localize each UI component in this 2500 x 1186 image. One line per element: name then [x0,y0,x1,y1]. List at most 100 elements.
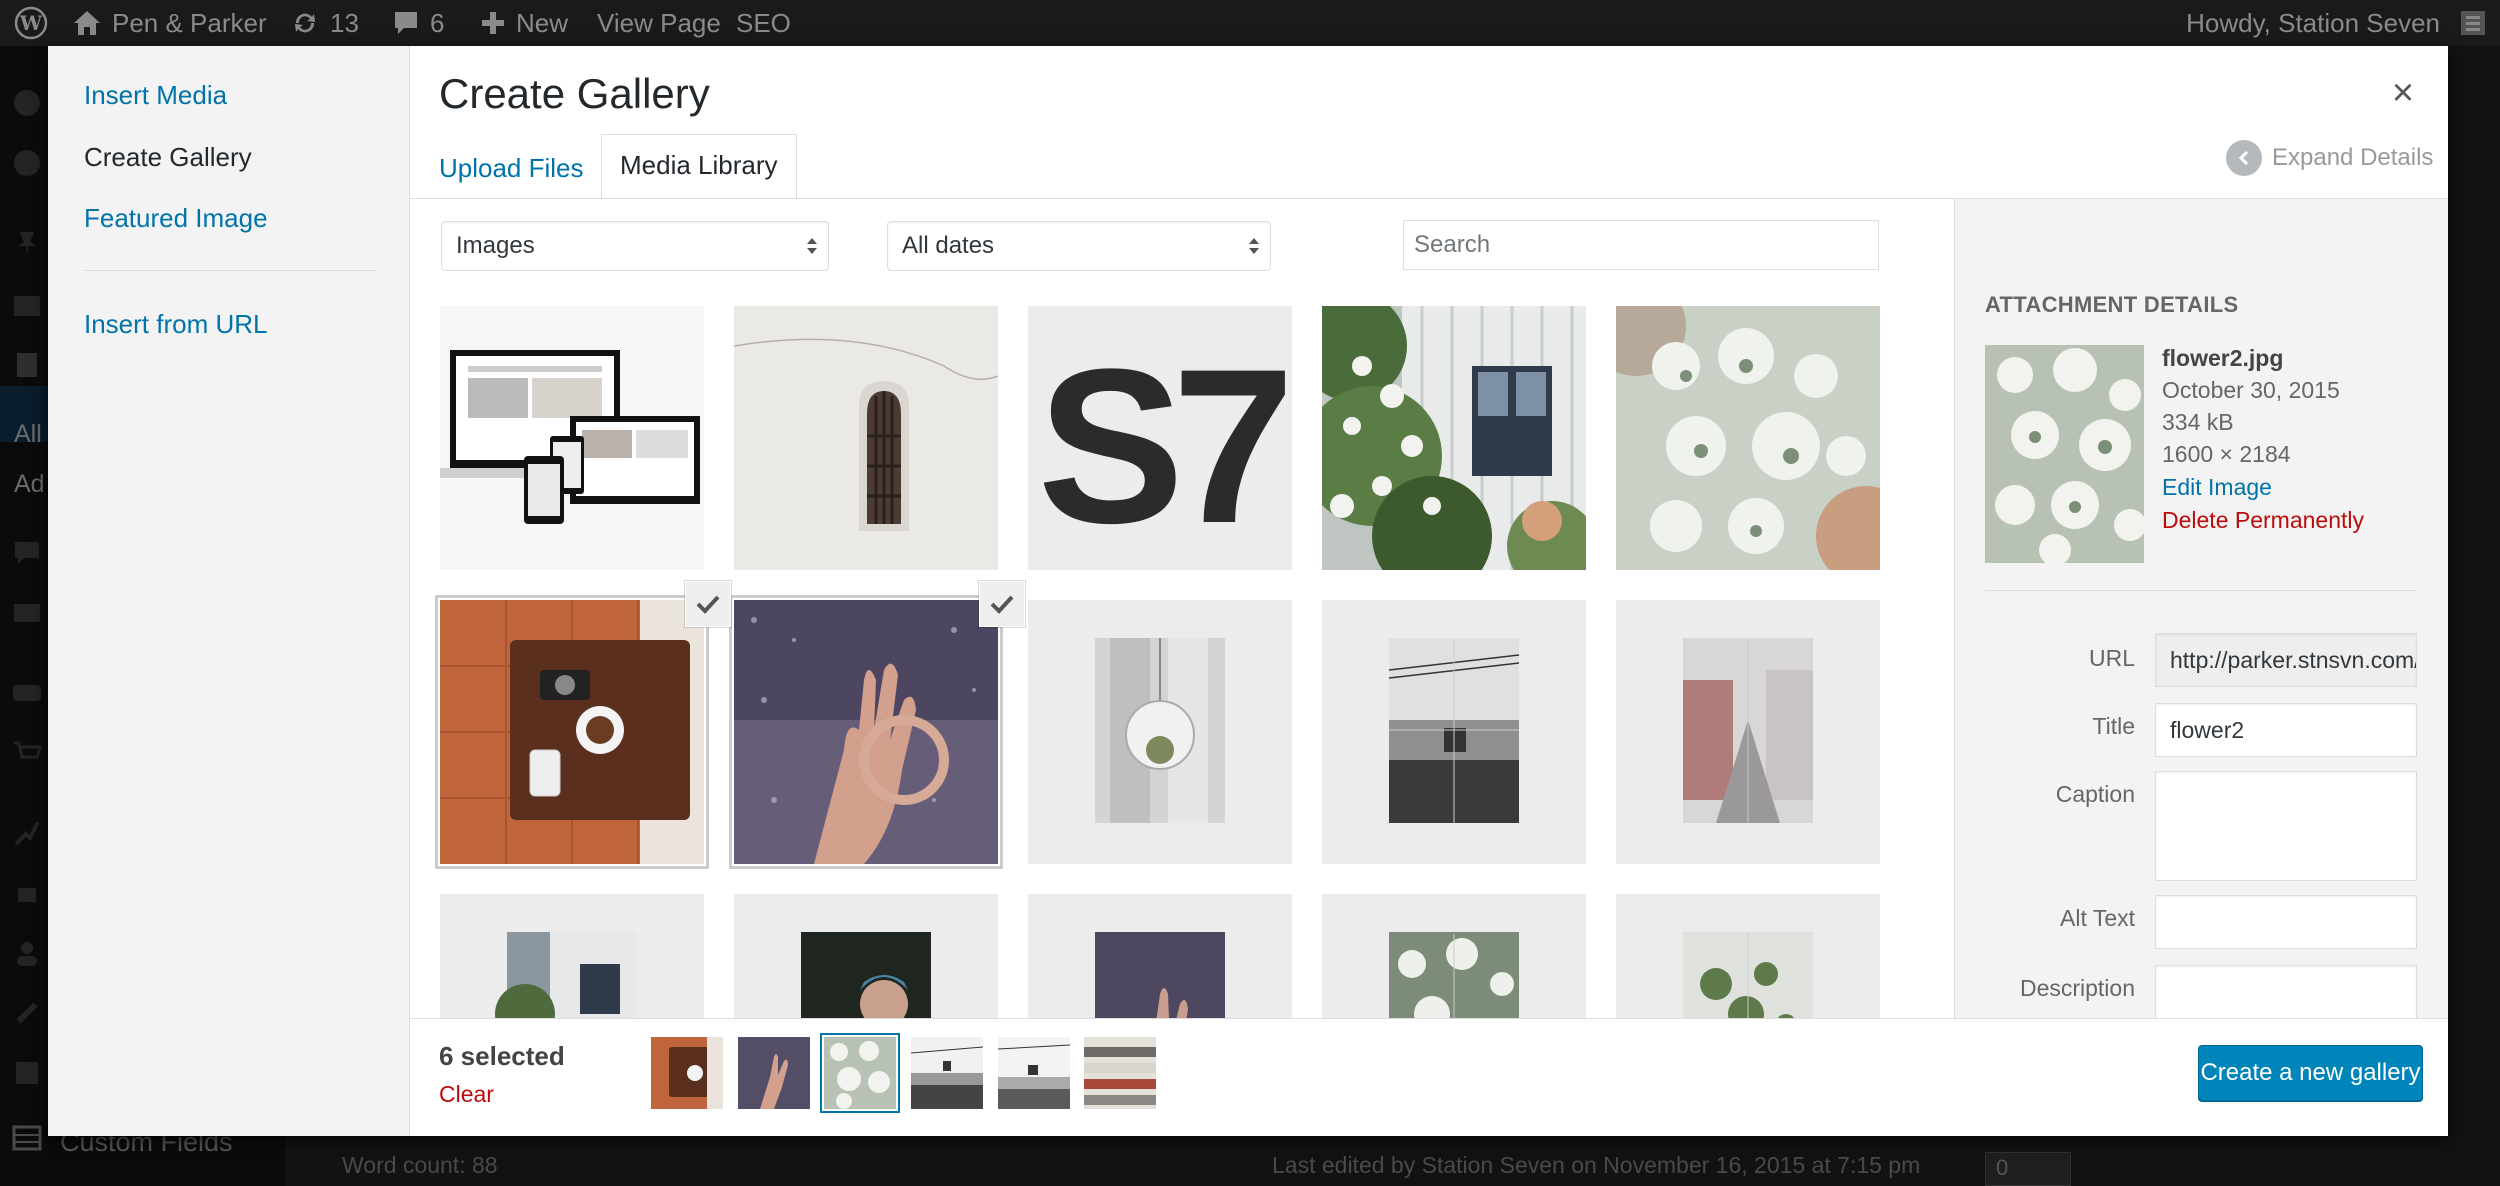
attachment-s7-logo[interactable]: S7 [1028,306,1292,570]
title-label: Title [2092,713,2135,739]
seo-label: SEO [736,8,791,38]
avatar[interactable] [2460,0,2486,46]
admin-bar: W Pen & Parker 13 6 New View Page SEO Ho… [0,0,2500,46]
s7-logo-text: S7 [1037,323,1285,569]
selected-thumb-hand-on-glass[interactable] [738,1037,810,1109]
settings-icon [16,1062,38,1084]
menu-featured-image[interactable]: Featured Image [84,203,268,234]
media-menu: Insert Media Create Gallery Featured Ima… [48,46,410,1136]
selected-thumb-wood-planks[interactable] [1084,1037,1156,1109]
alt-text-field[interactable] [2155,895,2417,949]
attachment-poster-plants[interactable] [1616,894,1880,1018]
account-greeting[interactable]: Howdy, Station Seven [2186,0,2440,46]
selected-thumb-cable-car-1[interactable] [911,1037,983,1109]
tools-icon [16,1002,38,1024]
comment-bubble-icon [392,9,420,37]
seo-link[interactable]: SEO [736,0,791,46]
delete-permanently-link[interactable]: Delete Permanently [2162,507,2364,534]
tab-upload-files[interactable]: Upload Files [439,138,584,198]
attachments-grid: S7 [410,288,1954,1018]
url-field[interactable]: http://parker.stnsvn.com/wp [2155,633,2417,687]
users-icon [17,942,37,966]
menu-create-gallery[interactable]: Create Gallery [84,142,252,173]
plugins-icon [18,888,36,902]
close-icon[interactable]: × [2378,68,2428,118]
checkmark-icon[interactable] [980,582,1024,626]
date-filter-value: All dates [902,232,995,259]
tab-media-library[interactable]: Media Library [601,134,797,199]
alt-text-label: Alt Text [2060,905,2135,931]
word-count: Word count: 88 [342,1152,498,1178]
attachment-poster-cable-car[interactable] [1322,600,1586,864]
background-number-field: 0 [1985,1152,2071,1186]
selection-toolbar: 6 selected Clear Create a new gallery [410,1018,2448,1136]
search-input[interactable]: Search [1403,220,1879,270]
attachment-details-sidebar: ATTACHMENT DETAILS flower2.jpg October 3… [1954,199,2448,1018]
create-gallery-button[interactable]: Create a new gallery [2198,1045,2423,1101]
attachment-arched-window[interactable] [734,306,998,570]
frame-title: Create Gallery [439,70,710,117]
pin-icon [18,232,36,256]
expand-details-label: Expand Details [2272,144,2434,171]
new-content-link[interactable]: New [480,0,568,46]
table-icon [12,1125,42,1151]
attachment-details-heading: ATTACHMENT DETAILS [1985,292,2239,317]
attachment-poster-hand[interactable] [1028,894,1292,1018]
attachment-poster-portrait[interactable] [734,894,998,1018]
jetpack-icon [14,150,40,176]
site-name-link[interactable]: Pen & Parker [72,0,267,46]
view-page-link[interactable]: View Page [597,0,721,46]
appearance-icon [14,821,40,846]
details-separator [1985,590,2417,591]
greeting-text: Howdy, Station Seven [2186,8,2440,38]
edit-image-link[interactable]: Edit Image [2162,474,2272,501]
wordpress-logo-icon[interactable]: W [14,0,48,46]
menu-separator [84,270,376,271]
caption-field[interactable] [2155,771,2417,881]
view-page-label: View Page [597,8,721,38]
expand-details-toggle[interactable]: Expand Details [2226,138,2433,178]
woo-icon [13,685,41,701]
menu-insert-media[interactable]: Insert Media [84,80,227,111]
attachment-poster-house[interactable] [440,894,704,1018]
attachment-poster-flowers[interactable] [1322,894,1586,1018]
admin-menu-add: Ad [14,470,45,498]
checkmark-icon[interactable] [686,582,730,626]
attachment-details-thumbnail [1985,345,2144,563]
last-edited: Last edited by Station Seven on November… [1272,1152,1921,1178]
mail-icon [14,604,40,622]
svg-text:W: W [19,11,43,35]
attachment-white-flowers[interactable] [1616,306,1880,570]
attachment-coffee-table[interactable] [440,600,704,864]
attachment-poster-terrarium[interactable] [1028,600,1292,864]
chevron-left-icon [2226,140,2262,176]
attachment-devices-mockup[interactable] [440,306,704,570]
admin-menu-all: All [14,420,42,448]
selected-thumb-coffee-table[interactable] [651,1037,723,1109]
title-field[interactable]: flower2 [2155,703,2417,757]
comments-menu-icon [15,542,39,564]
attachment-house-with-flowers[interactable] [1322,306,1586,570]
selected-thumb-white-flowers[interactable] [824,1037,896,1109]
pages-icon [17,353,37,377]
attachment-date: October 30, 2015 [2162,377,2340,403]
clear-selection-link[interactable]: Clear [439,1081,494,1108]
attachment-poster-street[interactable] [1616,600,1880,864]
attachment-hand-on-glass[interactable] [734,600,998,864]
updates-count: 13 [330,8,359,38]
refresh-icon [290,8,320,38]
plus-icon [480,10,506,36]
selected-thumb-cable-car-2[interactable] [998,1037,1070,1109]
home-icon [72,9,102,37]
attachment-filename: flower2.jpg [2162,345,2284,371]
url-label: URL [2088,645,2135,671]
media-type-filter[interactable]: Images [441,221,829,271]
menu-insert-from-url[interactable]: Insert from URL [84,309,268,340]
site-name: Pen & Parker [112,8,267,38]
updates-link[interactable]: 13 [290,0,359,46]
date-filter[interactable]: All dates [887,221,1271,271]
new-label: New [516,8,569,38]
selection-count: 6 selected [439,1041,565,1071]
description-field[interactable] [2155,965,2417,1018]
comments-link[interactable]: 6 [392,0,444,46]
